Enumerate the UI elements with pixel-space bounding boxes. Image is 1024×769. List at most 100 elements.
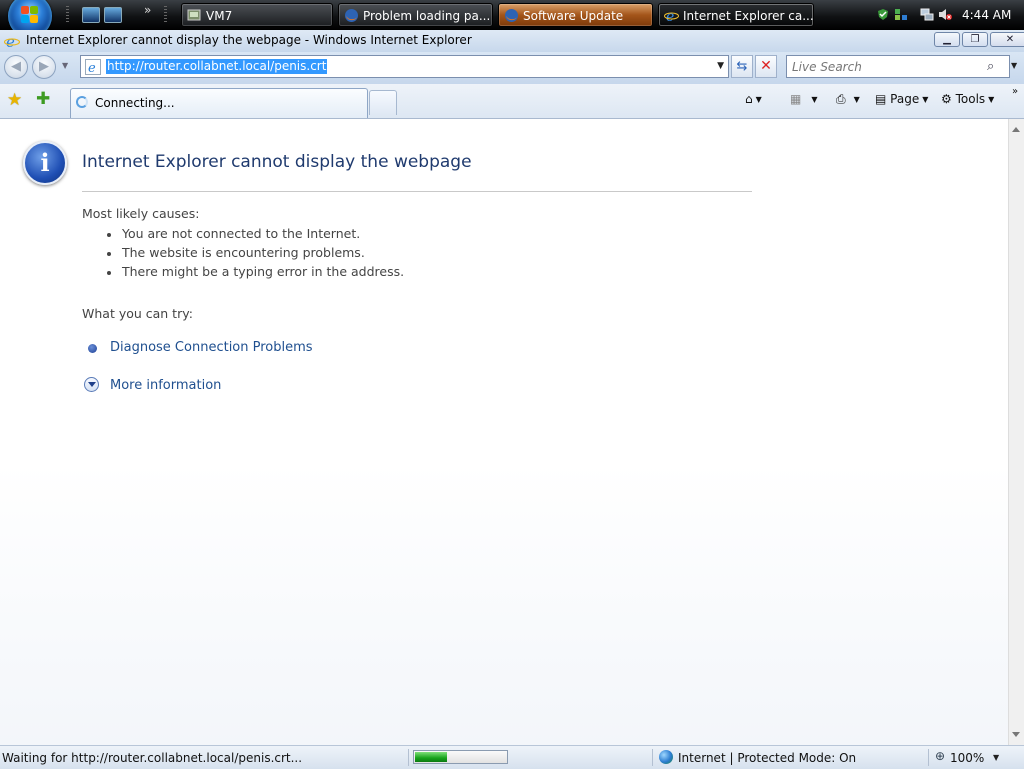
internet-zone-icon (659, 750, 673, 764)
search-placeholder: Live Search (792, 60, 862, 74)
page-dropdown-icon: ▼ (922, 95, 929, 104)
address-dropdown-icon[interactable]: ▼ (717, 61, 724, 71)
firefox-icon (505, 9, 518, 22)
show-desktop-icon[interactable] (82, 7, 100, 23)
cause-item: You are not connected to the Internet. (122, 226, 361, 241)
feeds-button[interactable]: ▦ ▼ (790, 92, 818, 106)
status-separator (408, 749, 409, 766)
new-tab-button[interactable] (369, 90, 397, 115)
page-menu-label: Page (890, 92, 920, 106)
taskbar-button-software-update[interactable]: Software Update (498, 3, 653, 27)
progress-bar (413, 750, 508, 764)
taskbar-button-label: Software Update (523, 9, 624, 23)
refresh-button[interactable]: ⇆ (731, 55, 753, 78)
windows-flag-icon (21, 6, 39, 24)
bullet (107, 252, 111, 256)
expand-circle-icon[interactable] (84, 377, 99, 392)
page-title: Internet Explorer cannot display the web… (82, 152, 472, 172)
bullet (107, 233, 111, 237)
taskbar-grip (164, 6, 167, 24)
volume-muted-icon[interactable] (938, 8, 952, 21)
gear-icon: ⚙ (941, 92, 952, 106)
add-to-favorites-icon[interactable]: ✚ (36, 90, 50, 108)
tools-menu-label: Tools (955, 92, 986, 106)
scroll-up-arrow-icon[interactable] (1012, 127, 1020, 132)
toolbar-chevron-icon[interactable]: » (1012, 86, 1018, 97)
page-menu-button[interactable]: ▤ Page ▼ (875, 92, 928, 106)
search-icon[interactable]: ⌕ (987, 59, 994, 74)
tab-label: Connecting... (95, 96, 175, 110)
search-options-dropdown-icon[interactable]: ▼ (1011, 61, 1017, 70)
tab-current[interactable]: Connecting... (70, 88, 368, 118)
taskbar-button-label: Internet Explorer ca... (683, 9, 814, 23)
taskbar-button-problem-loading[interactable]: Problem loading pa... (338, 3, 493, 27)
back-button[interactable]: ◀ (4, 55, 28, 79)
page-icon: e (85, 59, 101, 75)
zoom-dropdown-icon[interactable]: ▼ (993, 753, 999, 762)
print-button[interactable]: ⎙ ▼ (836, 92, 860, 107)
print-dropdown-icon[interactable]: ▼ (854, 95, 860, 104)
firefox-icon (345, 9, 358, 22)
status-bar: Waiting for http://router.collabnet.loca… (0, 745, 1024, 769)
security-shield-icon[interactable] (876, 8, 890, 21)
quicklaunch-chevron-icon[interactable]: » (144, 3, 151, 17)
status-text: Waiting for http://router.collabnet.loca… (2, 751, 303, 765)
security-zone[interactable]: Internet | Protected Mode: On (678, 751, 856, 765)
home-button[interactable]: ⌂ ▼ (745, 92, 762, 106)
cause-item: There might be a typing error in the add… (122, 264, 405, 279)
info-icon: i (23, 141, 67, 185)
tab-bar: ★ ✚ Connecting... ⌂ ▼ ▦ ▼ ⎙ ▼ ▤ Page ▼ ⚙ Too… (0, 84, 1024, 119)
loading-spinner-icon (76, 96, 88, 108)
tools-dropdown-icon: ▼ (988, 95, 995, 104)
taskbar-button-vm7[interactable]: VM7 (181, 3, 333, 27)
quicklaunch-grip (66, 6, 69, 24)
page-content: i Internet Explorer cannot display the w… (0, 119, 1008, 745)
url-text[interactable]: http://router.collabnet.local/penis.crt (106, 59, 328, 74)
forward-button[interactable]: ▶ (32, 55, 56, 79)
network-icon[interactable] (920, 8, 934, 21)
vm-icon (187, 9, 201, 21)
cause-item: The website is encountering problems. (122, 245, 365, 260)
minimize-button[interactable]: ▁ (934, 32, 960, 47)
diagnose-connection-link[interactable]: Diagnose Connection Problems (110, 340, 313, 355)
svg-text:e: e (666, 9, 674, 23)
bullet (107, 271, 111, 275)
progress-fill (415, 752, 447, 762)
favorites-center-icon[interactable]: ★ (7, 91, 22, 109)
clock[interactable]: 4:44 AM (962, 0, 1011, 30)
printer-icon: ⎙ (836, 92, 846, 106)
switch-windows-icon[interactable] (104, 7, 122, 23)
tools-menu-button[interactable]: ⚙ Tools ▼ (941, 92, 994, 106)
restore-button[interactable]: ❐ (962, 32, 988, 47)
taskbar-button-internet-explorer[interactable]: e Internet Explorer ca... (658, 3, 814, 27)
ie-icon: e (4, 33, 20, 49)
home-dropdown-icon[interactable]: ▼ (756, 95, 762, 104)
close-window-button[interactable]: ✕ (990, 32, 1024, 47)
divider (82, 191, 752, 192)
taskbar-button-label: Problem loading pa... (363, 9, 491, 23)
navigation-bar: ◀ ▶ ▼ e http://router.collabnet.local/pe… (0, 52, 1024, 84)
stop-button[interactable]: ✕ (755, 55, 777, 78)
taskbar: » VM7 Problem loading pa... Software Upd… (0, 0, 1024, 38)
rss-feed-icon: ▦ (790, 92, 802, 106)
home-icon: ⌂ (745, 92, 753, 106)
zoom-icon: ⊕ (935, 749, 946, 763)
ie-icon: e (664, 9, 679, 23)
svg-text:e: e (88, 61, 96, 75)
zoom-level[interactable]: 100% (950, 751, 984, 765)
status-separator (928, 749, 929, 766)
window-title-bar[interactable]: e Internet Explorer cannot display the w… (0, 30, 1024, 52)
more-information-link[interactable]: More information (110, 378, 221, 393)
address-bar[interactable]: e http://router.collabnet.local/penis.cr… (80, 55, 729, 78)
search-box[interactable]: Live Search ⌕ (786, 55, 1010, 78)
scroll-down-arrow-icon[interactable] (1012, 732, 1020, 737)
status-separator (652, 749, 653, 766)
feeds-dropdown-icon[interactable]: ▼ (811, 95, 817, 104)
causes-heading: Most likely causes: (82, 206, 200, 221)
diagnose-bullet-icon (88, 344, 97, 353)
recent-pages-dropdown-icon[interactable]: ▼ (62, 60, 72, 72)
sync-icon[interactable] (894, 8, 908, 21)
page-icon: ▤ (875, 92, 887, 106)
svg-text:e: e (6, 33, 15, 49)
vertical-scrollbar[interactable] (1008, 119, 1024, 745)
